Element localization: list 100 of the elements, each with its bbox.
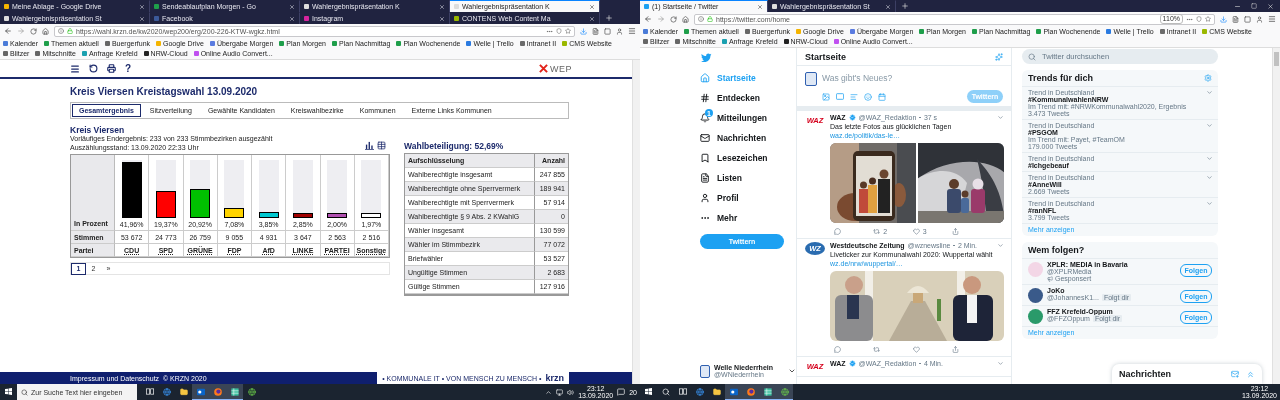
chevron-icon[interactable] — [788, 367, 796, 375]
nav-item[interactable]: Profil — [700, 188, 739, 208]
start-icon[interactable] — [645, 388, 652, 395]
search-icon — [21, 388, 28, 396]
start-icon[interactable] — [5, 388, 12, 395]
reply-icon[interactable] — [834, 346, 841, 353]
retweet-icon[interactable] — [873, 346, 881, 353]
nav-item[interactable]: Nachrichten — [700, 128, 767, 148]
new-tab-icon[interactable] — [901, 2, 909, 10]
mail-app-icon[interactable] — [729, 387, 738, 396]
home-icon[interactable] — [682, 15, 689, 23]
share-icon[interactable] — [952, 346, 959, 353]
retweet-icon[interactable] — [873, 228, 881, 235]
new-tab-icon[interactable] — [605, 14, 613, 22]
mail-app-icon[interactable] — [196, 387, 205, 396]
network-icon[interactable] — [556, 388, 564, 396]
list-icon — [700, 173, 710, 183]
download-icon[interactable] — [1220, 15, 1227, 23]
page-icon — [4, 4, 9, 9]
home-icon[interactable] — [42, 27, 49, 35]
folder-icon[interactable] — [179, 387, 188, 396]
close-icon[interactable] — [589, 3, 595, 10]
sparkle-icon[interactable] — [995, 52, 1003, 61]
bookmark-icon — [466, 41, 472, 47]
share-icon[interactable] — [952, 228, 959, 235]
globe-icon[interactable] — [247, 387, 256, 396]
avatar — [1028, 309, 1043, 324]
back-icon[interactable] — [4, 27, 12, 35]
notification-icon[interactable] — [617, 388, 626, 396]
menu-icon[interactable] — [70, 63, 80, 74]
new-message-icon[interactable] — [1231, 370, 1239, 378]
menu-icon[interactable] — [1268, 15, 1276, 23]
maximize-icon[interactable] — [1251, 3, 1257, 9]
avatar — [1028, 262, 1043, 277]
refresh-icon[interactable] — [89, 64, 98, 73]
menu-icon[interactable] — [628, 27, 636, 35]
messages-drawer: Nachrichten — [1112, 364, 1262, 384]
page-icon — [154, 16, 159, 21]
download-icon[interactable] — [580, 27, 587, 35]
bar-chart-icon[interactable] — [365, 141, 374, 150]
settings-icon[interactable] — [1204, 74, 1212, 82]
lock-icon — [707, 16, 713, 22]
globe-icon[interactable] — [780, 387, 789, 396]
heart-icon[interactable] — [912, 346, 920, 353]
spreadsheet-icon[interactable] — [763, 387, 772, 396]
folder-icon[interactable] — [712, 387, 721, 396]
cross-mark-icon — [539, 64, 548, 73]
bookmark-icon — [1036, 29, 1042, 35]
spreadsheet-icon[interactable] — [230, 387, 239, 396]
sidebar-icon[interactable] — [1244, 15, 1251, 23]
reload-icon[interactable] — [670, 15, 677, 23]
nav-item[interactable]: Entdecken — [700, 88, 760, 108]
reply-icon[interactable] — [834, 228, 841, 235]
calendar-icon[interactable] — [878, 92, 886, 101]
sidebar-icon[interactable] — [604, 27, 611, 35]
print-icon[interactable] — [107, 64, 116, 73]
nav-item[interactable]: Mehr — [700, 208, 738, 228]
page-icon — [454, 4, 459, 9]
account-icon[interactable] — [1256, 15, 1263, 23]
reload-icon[interactable] — [30, 27, 37, 35]
shield-icon[interactable] — [1196, 16, 1202, 22]
bookmark-icon — [81, 50, 87, 56]
image-icon[interactable] — [822, 92, 830, 101]
table-icon[interactable] — [377, 141, 386, 150]
shield-icon[interactable] — [556, 28, 562, 34]
bookmark-icon — [744, 29, 750, 35]
column-title: Startseite — [805, 51, 847, 62]
task-view-icon[interactable] — [678, 388, 687, 395]
heart-icon[interactable] — [912, 228, 920, 235]
star-icon[interactable] — [1205, 16, 1211, 22]
gif-icon[interactable] — [836, 93, 844, 100]
volume-icon[interactable] — [567, 388, 575, 396]
page-icon — [644, 4, 649, 9]
bird-icon[interactable] — [700, 52, 712, 64]
logo-text: WEP — [550, 63, 572, 74]
browser-icon[interactable] — [746, 387, 755, 396]
browser-icon[interactable] — [162, 387, 171, 396]
close-icon[interactable] — [757, 3, 763, 10]
help-link[interactable]: ? — [125, 63, 132, 74]
back-icon[interactable] — [644, 15, 652, 23]
user-icon — [700, 193, 710, 203]
bookmark-icon — [562, 41, 568, 47]
nav-item[interactable]: Lesezeichen — [700, 148, 768, 168]
bell-icon — [700, 113, 710, 123]
account-icon[interactable] — [616, 27, 623, 35]
lock-icon — [67, 28, 73, 34]
region-title: Kreis Viersen — [70, 125, 126, 135]
library-icon[interactable] — [592, 27, 599, 35]
chevron-icon[interactable] — [545, 388, 553, 396]
search-icon[interactable] — [661, 387, 670, 396]
library-icon[interactable] — [1232, 15, 1239, 23]
bookmark-icon — [143, 50, 149, 56]
bookmark-icon — [332, 41, 338, 47]
browser-icon[interactable] — [695, 387, 704, 396]
star-icon[interactable] — [565, 28, 571, 34]
avatar — [700, 364, 710, 378]
bookmark-icon — [972, 29, 978, 35]
browser-icon[interactable] — [213, 387, 222, 396]
nav-item[interactable]: Listen — [700, 168, 743, 188]
task-view-icon[interactable] — [145, 388, 154, 395]
